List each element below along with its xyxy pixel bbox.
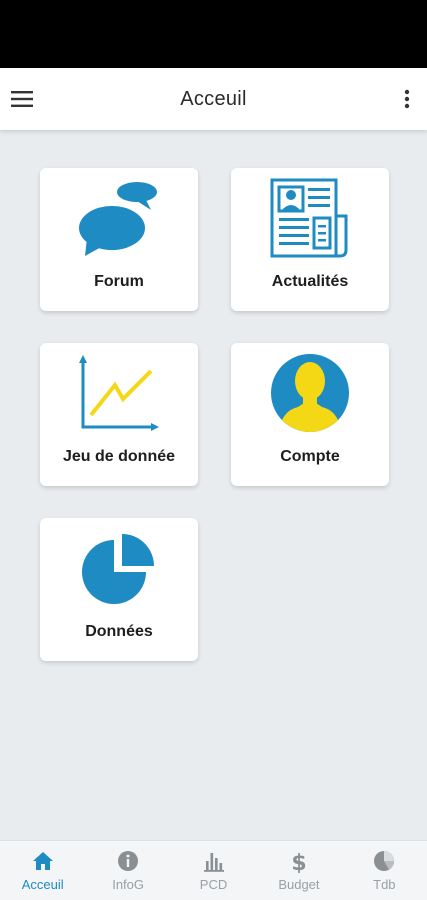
nav-item-budget[interactable]: $ Budget <box>256 841 341 900</box>
bar-chart-icon <box>203 853 224 872</box>
nav-item-infog[interactable]: InfoG <box>85 841 170 900</box>
nav-item-tdb[interactable]: Tdb <box>342 841 427 900</box>
jeu-de-donnee-label: Jeu de donnée <box>62 448 176 465</box>
forum-card[interactable]: Forum <box>40 168 198 311</box>
nav-label-tdb: Tdb <box>373 877 396 892</box>
nav-label-acceuil: Acceuil <box>21 877 64 892</box>
menu-button[interactable] <box>8 84 36 114</box>
bottom-navigation: Acceuil InfoG PCD $ Budget Tdb <box>0 840 427 900</box>
compte-label: Compte <box>280 448 340 465</box>
more-vert-icon <box>404 89 410 109</box>
jeu-de-donnee-card[interactable]: Jeu de donnée <box>40 343 198 486</box>
nav-label-budget: Budget <box>278 877 320 892</box>
nav-item-pcd[interactable]: PCD <box>171 841 256 900</box>
home-icon <box>32 852 53 870</box>
home-grid: Forum Actualités Jeu de donnée Compte Do… <box>0 130 427 840</box>
nav-item-acceuil[interactable]: Acceuil <box>0 841 85 900</box>
svg-text:$: $ <box>291 851 306 873</box>
app-bar: Acceuil <box>0 68 427 130</box>
chat-bubbles-icon <box>79 182 157 256</box>
forum-label: Forum <box>94 273 144 290</box>
newspaper-icon <box>270 178 348 258</box>
actualites-label: Actualités <box>271 273 349 290</box>
hamburger-menu-icon <box>11 91 33 107</box>
donnees-label: Données <box>85 623 153 640</box>
nav-label-infog: InfoG <box>112 877 144 892</box>
pie-chart-icon <box>82 534 154 604</box>
compte-card[interactable]: Compte <box>231 343 389 486</box>
page-title: Acceuil <box>180 88 247 110</box>
more-options-button[interactable] <box>397 84 417 114</box>
info-icon <box>118 851 139 871</box>
pie-icon <box>374 851 395 871</box>
status-bar <box>0 0 427 68</box>
line-chart-icon <box>79 355 159 431</box>
donnees-card[interactable]: Données <box>40 518 198 661</box>
user-avatar-icon <box>271 354 349 432</box>
actualites-card[interactable]: Actualités <box>231 168 389 311</box>
nav-label-pcd: PCD <box>199 877 228 892</box>
dollar-icon: $ <box>291 851 306 873</box>
